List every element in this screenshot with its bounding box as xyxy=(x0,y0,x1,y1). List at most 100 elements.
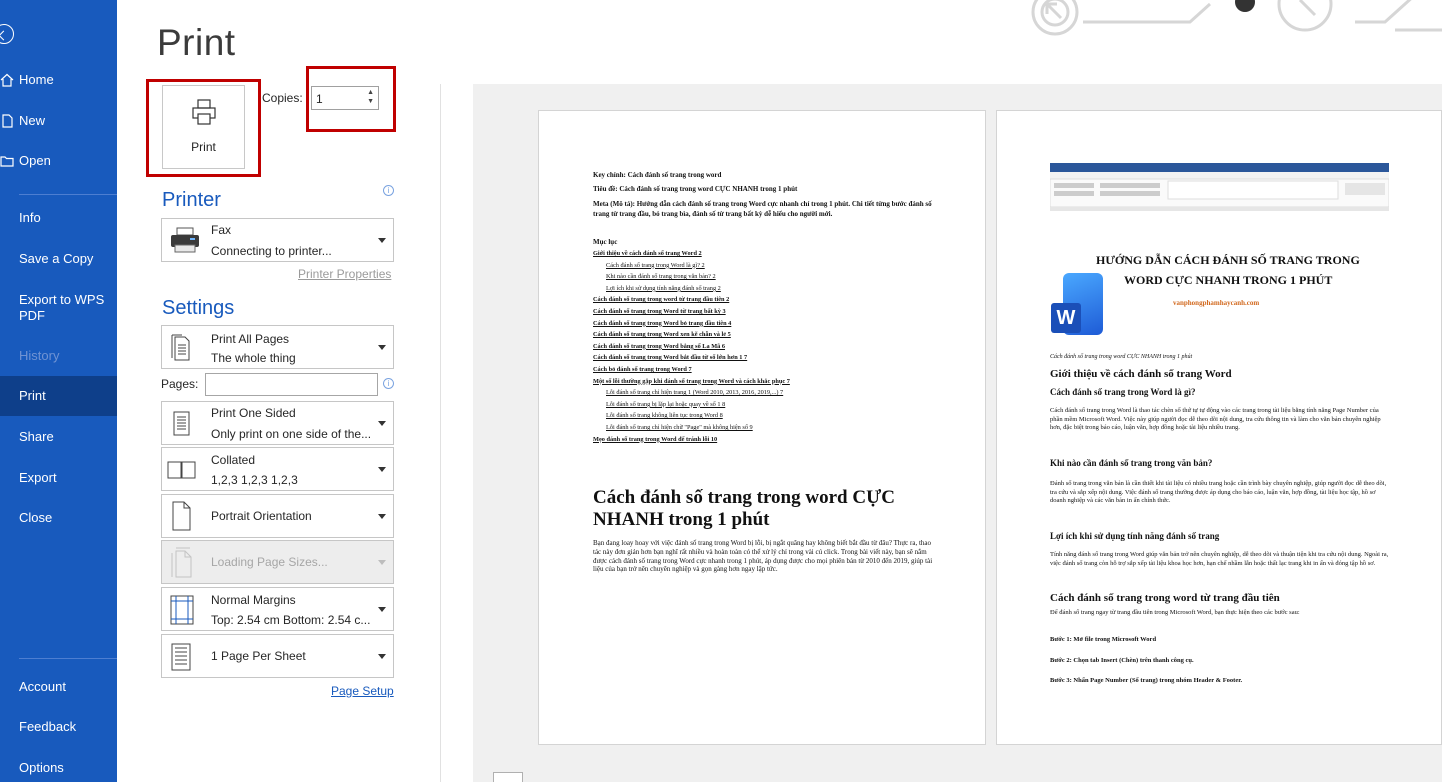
orientation-dropdown[interactable]: Portrait Orientation xyxy=(161,494,394,538)
nav-new-label: New xyxy=(19,113,46,128)
pages-per-sheet-dropdown[interactable]: 1 Page Per Sheet xyxy=(161,634,394,678)
nav-close[interactable]: Close xyxy=(0,510,117,526)
chevron-down-icon xyxy=(378,238,386,243)
paper-size-title: Loading Page Sizes... xyxy=(211,555,328,569)
toc-entry: Cách đánh số trang trong Word từ trang b… xyxy=(593,308,726,315)
word-ribbon-screenshot xyxy=(1050,163,1389,211)
nav-options[interactable]: Options xyxy=(0,760,117,776)
nav-open[interactable]: Open xyxy=(0,153,117,169)
nav-save-copy[interactable]: Save a Copy xyxy=(0,251,117,267)
nav-home[interactable]: Home xyxy=(0,72,117,88)
p1-intro: Bạn đang loay hoay với việc đánh số tran… xyxy=(593,539,933,574)
p2-heading-1b: Cách đánh số trang trong word từ trang đ… xyxy=(1050,592,1280,604)
nav-new[interactable]: New xyxy=(0,113,117,129)
nav-info[interactable]: Info xyxy=(0,210,117,226)
printer-properties-link[interactable]: Printer Properties xyxy=(298,267,391,281)
toc-entry: Khi nào cần đánh số trang trong văn bản?… xyxy=(606,273,716,281)
print-range-title: Print All Pages xyxy=(211,332,290,346)
margins-title: Normal Margins xyxy=(211,593,296,607)
fax-printer-icon xyxy=(171,227,199,253)
nav-account[interactable]: Account xyxy=(0,679,117,695)
sides-title: Print One Sided xyxy=(211,406,296,420)
sides-sub: Only print on one side of the... xyxy=(211,427,372,441)
nav-share[interactable]: Share xyxy=(0,429,117,445)
p1-title-meta: Tiêu đề: Cách đánh số trang trong word C… xyxy=(593,185,798,193)
info-icon[interactable]: i xyxy=(383,185,394,196)
pages-input[interactable] xyxy=(205,373,378,396)
folder-icon xyxy=(0,156,14,167)
sides-dropdown[interactable]: Print One Sided Only print on one side o… xyxy=(161,401,394,445)
back-arrow-icon[interactable] xyxy=(0,24,14,44)
nav-divider xyxy=(19,194,117,195)
print-range-sub: The whole thing xyxy=(211,351,296,365)
print-range-dropdown[interactable]: Print All Pages The whole thing xyxy=(161,325,394,369)
collation-dropdown[interactable]: Collated 1,2,3 1,2,3 1,2,3 xyxy=(161,447,394,491)
toc-entry: Lỗi đánh số trang bị lặp lại hoặc quay v… xyxy=(606,400,726,408)
p1-toc-heading: Mục lục xyxy=(593,238,618,246)
p2-banner-url: vanphongphamhaycanh.com xyxy=(1173,299,1260,307)
pages-per-sheet-title: 1 Page Per Sheet xyxy=(211,649,306,663)
printer-status: Connecting to printer... xyxy=(211,244,332,258)
p1-big-title: Cách đánh số trang trong word CỰC NHANH … xyxy=(593,487,895,530)
printer-heading: Printer xyxy=(162,189,221,211)
margins-icon xyxy=(170,595,194,625)
chevron-down-icon xyxy=(378,560,386,565)
one-sided-icon xyxy=(173,411,190,436)
p2-para-3: Tính năng đánh số trang trong Word giúp … xyxy=(1050,551,1389,567)
p2-para-4: Để đánh số trang ngay từ trang đầu tiên … xyxy=(1050,609,1300,616)
collation-sub: 1,2,3 1,2,3 1,2,3 xyxy=(211,473,298,487)
backstage-nav: Home New Open Info Save a Copy Export to… xyxy=(0,0,117,782)
page-setup-link[interactable]: Page Setup xyxy=(331,684,394,698)
highlight-box-print xyxy=(146,79,261,177)
nav-divider-bottom xyxy=(19,658,117,659)
margins-dropdown[interactable]: Normal Margins Top: 2.54 cm Bottom: 2.54… xyxy=(161,587,394,631)
pages-label: Pages: xyxy=(161,377,199,391)
p2-heading-2c: Lợi ích khi sử dụng tính năng đánh số tr… xyxy=(1050,531,1220,541)
chevron-down-icon xyxy=(378,654,386,659)
printer-dropdown[interactable]: Fax Connecting to printer... xyxy=(161,218,394,262)
panel-divider xyxy=(440,84,441,782)
page-number-input[interactable] xyxy=(493,772,523,782)
toc-entry: Cách đánh số trang trong word từ trang đ… xyxy=(593,296,730,304)
collation-title: Collated xyxy=(211,453,256,467)
toc-entry: Cách bỏ đánh số trang trong Word 7 xyxy=(593,366,692,373)
nav-history: History xyxy=(19,348,60,363)
chevron-down-icon xyxy=(378,514,386,519)
nav-open-label: Open xyxy=(19,153,51,168)
nav-print-label: Print xyxy=(19,388,46,403)
nav-export[interactable]: Export xyxy=(0,470,117,486)
toc-entry: Lỗi đánh số trang không liên tục trong W… xyxy=(606,412,723,420)
page-per-sheet-icon xyxy=(171,643,191,671)
toc-entry: Cách đánh số trang trong Word là gì? 2 xyxy=(606,261,705,269)
collated-icon xyxy=(167,461,196,479)
word-logo-letter: W xyxy=(1051,303,1081,333)
p2-caption: Cách đánh số trang trong word CỰC NHANH … xyxy=(1050,354,1193,360)
nav-feedback[interactable]: Feedback xyxy=(0,719,117,735)
highlight-box-copies xyxy=(306,66,396,132)
portrait-page-icon xyxy=(172,501,191,531)
new-document-icon xyxy=(2,114,13,128)
nav-print[interactable]: Print xyxy=(0,376,117,416)
toc-entry: Lợi ích khi sử dụng tính năng đánh số tr… xyxy=(606,284,721,292)
p2-banner-line2: WORD CỰC NHANH TRONG 1 PHÚT xyxy=(1124,273,1333,287)
toc-entry: Cách đánh số trang trong Word xen kẽ chẵ… xyxy=(593,331,731,339)
toc-entry: Giới thiệu về cách đánh số trang Word 2 xyxy=(593,250,702,257)
info-icon[interactable]: i xyxy=(383,378,394,389)
paper-size-icon xyxy=(171,547,192,578)
p2-heading-2b: Khi nào cần đánh số trang trong văn bản? xyxy=(1050,458,1213,468)
toc-entry: Cách đánh số trang trong Word bỏ trang đ… xyxy=(593,319,732,327)
toc-entry: Cách đánh số trang trong Word bằng số La… xyxy=(593,342,726,350)
all-pages-icon xyxy=(171,334,190,361)
page-title: Print xyxy=(157,22,236,63)
p2-step-2: Bước 2: Chọn tab Insert (Chèn) trên than… xyxy=(1050,657,1194,664)
chevron-down-icon xyxy=(378,345,386,350)
preview-page-1: Key chính: Cách đánh số trang trong word… xyxy=(538,110,986,745)
chevron-down-icon xyxy=(378,421,386,426)
home-icon xyxy=(0,73,14,87)
toc-entry: Lỗi đánh số trang chỉ hiện chữ "Page" mà… xyxy=(606,424,753,431)
p2-step-1: Bước 1: Mở file trong Microsoft Word xyxy=(1050,636,1157,643)
orientation-title: Portrait Orientation xyxy=(211,509,312,523)
chevron-down-icon xyxy=(378,467,386,472)
chevron-down-icon xyxy=(378,607,386,612)
nav-export-wps[interactable]: Export to WPS PDF xyxy=(0,292,110,324)
